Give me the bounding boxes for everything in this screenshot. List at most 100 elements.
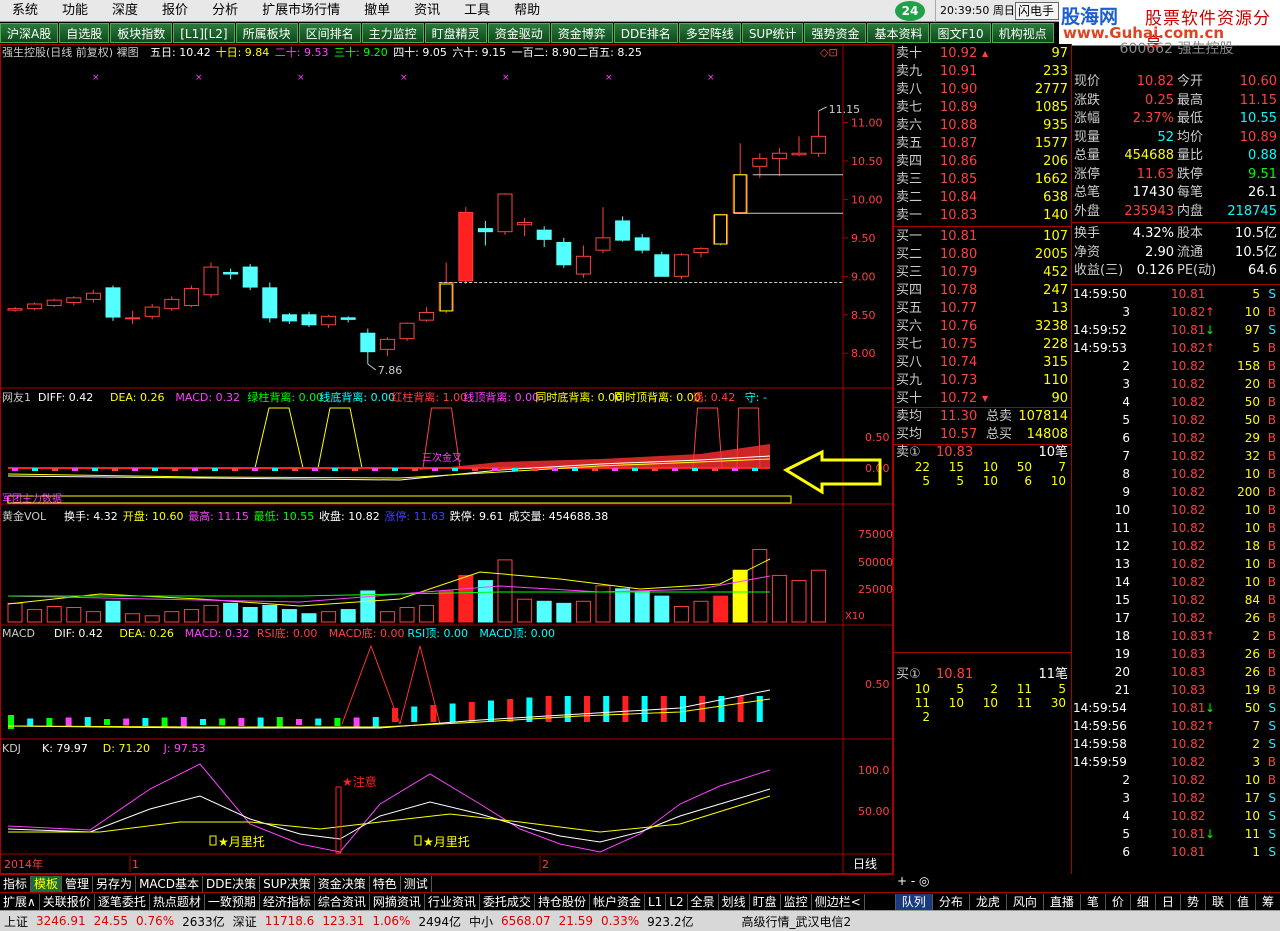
bid-row-2[interactable]: 买二 10.80 2005 [894,246,1072,264]
toolbar-tab-10[interactable]: DDE排名 [613,23,678,43]
bottom-tab-7[interactable]: 资金决策 [315,875,370,892]
right-tab-8[interactable]: 日 [1154,893,1180,910]
ask-row-7[interactable]: 卖七 10.89 1085 [894,99,1072,117]
tick-row[interactable]: 15 10.82 84 B [1071,591,1280,609]
tick-row[interactable]: 2 10.82 10 B [1071,771,1280,789]
tick-list-panel[interactable]: 14:59:50 10.81 5 S 3 10.82 ↑ 10 B 14:59:52 10.81 ↓ 9… [1071,284,1280,874]
bottom-func-tab-17[interactable]: 监控 [781,893,812,910]
ask-row-8[interactable]: 卖八 10.90 2777 [894,81,1072,99]
right-tab-3[interactable]: 风向 [1005,893,1043,910]
tick-row[interactable]: 14:59:50 10.81 5 S [1071,285,1280,303]
bottom-func-tab-18[interactable]: 侧边栏< [812,893,865,910]
kline-chart-area[interactable]: 强生控股(日线 前复权) 裸图 五日: 10.42 十日: 9.84 二十: 9.53… [0,44,893,874]
tick-row[interactable]: 4 10.82 10 S [1071,807,1280,825]
tick-row[interactable]: 8 10.82 10 B [1071,465,1280,483]
tick-row[interactable]: 3 10.82 20 B [1071,375,1280,393]
bottom-tab-5[interactable]: DDE决策 [203,875,261,892]
bottom-tab-1[interactable]: 模板 [31,875,63,892]
bid-row-1[interactable]: 买一 10.81 107 [894,228,1072,246]
bottom-func-tab-16[interactable]: 盯盘 [750,893,781,910]
bottom-func-tab-11[interactable]: 帐户资金 [590,893,645,910]
bid-row-9[interactable]: 买九 10.73 110 [894,372,1072,390]
tick-row[interactable]: 17 10.82 26 B [1071,609,1280,627]
menu-item-8[interactable]: 工具 [452,0,502,22]
tick-row[interactable]: 20 10.83 26 B [1071,663,1280,681]
bottom-func-tab-1[interactable]: 关联报价 [40,893,95,910]
toolbar-tab-5[interactable]: 区间排名 [298,23,361,43]
toolbar-tab-8[interactable]: 资金驱动 [487,23,550,43]
bottom-tab-0[interactable]: 指标 [0,875,32,892]
right-tab-1[interactable]: 分布 [931,893,969,910]
menu-item-5[interactable]: 扩展市场行情 [250,0,352,22]
tick-row[interactable]: 18 10.83 ↑ 2 B [1071,627,1280,645]
menu-item-0[interactable]: 系统 [0,0,50,22]
tick-row[interactable]: 5 10.81 ↓ 11 S [1071,825,1280,843]
menu-item-4[interactable]: 分析 [200,0,250,22]
bottom-func-tab-15[interactable]: 划线 [719,893,750,910]
right-tab-11[interactable]: 值 [1229,893,1255,910]
ask-row-3[interactable]: 卖三 10.85 1662 [894,171,1072,189]
bottom-tab-3[interactable]: 另存为 [93,875,137,892]
bottom-func-tab-10[interactable]: 持仓股份 [535,893,590,910]
menu-item-2[interactable]: 深度 [100,0,150,22]
right-tab-12[interactable]: 筹 [1254,893,1280,910]
notification-count[interactable]: 24 [895,1,925,21]
tick-row[interactable]: 21 10.83 19 B [1071,681,1280,699]
tick-row[interactable]: 13 10.82 10 B [1071,555,1280,573]
tick-row[interactable]: 7 10.82 32 B [1071,447,1280,465]
tick-row[interactable]: 14:59:54 10.81 ↓ 50 S [1071,699,1280,717]
tick-row[interactable]: 3 10.82 ↑ 10 B [1071,303,1280,321]
bid-row-5[interactable]: 买五 10.77 13 [894,300,1072,318]
toolbar-tab-12[interactable]: SUP统计 [741,23,804,43]
ask-row-6[interactable]: 卖六 10.88 935 [894,117,1072,135]
tick-row[interactable]: 19 10.83 26 B [1071,645,1280,663]
bottom-func-tab-14[interactable]: 全景 [688,893,719,910]
toolbar-tab-15[interactable]: 图文F10 [930,23,991,43]
tick-row[interactable]: 4 10.82 50 B [1071,393,1280,411]
bottom-func-tab-3[interactable]: 热点题材 [150,893,205,910]
bid-row-4[interactable]: 买四 10.78 247 [894,282,1072,300]
tick-row[interactable]: 12 10.82 18 B [1071,537,1280,555]
tick-row[interactable]: 14:59:52 10.81 ↓ 97 S [1071,321,1280,339]
bottom-tab-8[interactable]: 特色 [370,875,401,892]
bottom-tab-2[interactable]: 管理 [62,875,94,892]
menu-item-7[interactable]: 资讯 [402,0,452,22]
right-tab-7[interactable]: 细 [1129,893,1155,910]
right-tab-9[interactable]: 势 [1179,893,1205,910]
right-tab-10[interactable]: 联 [1204,893,1230,910]
bottom-func-tab-5[interactable]: 经济指标 [260,893,315,910]
tick-row[interactable]: 5 10.82 50 B [1071,411,1280,429]
ask-row-2[interactable]: 卖二 10.84 638 [894,189,1072,207]
bottom-tab-6[interactable]: SUP决策 [260,875,315,892]
tick-row[interactable]: 6 10.82 29 B [1071,429,1280,447]
tick-row[interactable]: 14:59:56 10.82 ↑ 7 S [1071,717,1280,735]
right-tab-2[interactable]: 龙虎 [968,893,1006,910]
bottom-func-tab-13[interactable]: L2 [666,893,688,910]
bottom-func-tab-8[interactable]: 行业资讯 [425,893,480,910]
bottom-func-tab-7[interactable]: 网摘资讯 [370,893,425,910]
bottom-func-tab-12[interactable]: L1 [645,893,667,910]
chart-zoom-controls[interactable]: + - ◎ [893,874,1071,892]
kline-svg[interactable]: 强生控股(日线 前复权) 裸图 五日: 10.42 十日: 9.84 二十: 9.53… [0,44,893,874]
toolbar-tab-16[interactable]: 机构视点 [991,23,1054,43]
bid-row-10[interactable]: 买十 10.72 ▼ 90 [894,390,1072,408]
flash-trade-button[interactable]: 闪电手 [1015,2,1059,20]
toolbar-tab-13[interactable]: 强势资金 [804,23,867,43]
toolbar-tab-0[interactable]: 沪深A股 [0,23,59,43]
toolbar-tab-11[interactable]: 多空阵线 [678,23,741,43]
zoom-controls-label[interactable]: + - ◎ [893,874,929,888]
menu-item-6[interactable]: 撤单 [352,0,402,22]
right-tab-5[interactable]: 笔 [1079,893,1105,910]
menu-item-3[interactable]: 报价 [150,0,200,22]
right-tab-4[interactable]: 直播 [1042,893,1080,910]
bottom-func-tab-6[interactable]: 综合资讯 [315,893,370,910]
bottom-tab-9[interactable]: 测试 [401,875,432,892]
ask-row-4[interactable]: 卖四 10.86 206 [894,153,1072,171]
right-tab-6[interactable]: 价 [1104,893,1130,910]
menu-item-1[interactable]: 功能 [50,0,100,22]
tick-row[interactable]: 11 10.82 10 B [1071,519,1280,537]
bottom-func-tab-4[interactable]: 一致预期 [205,893,260,910]
ask-row-1[interactable]: 卖一 10.83 140 [894,207,1072,225]
tick-row[interactable]: 14:59:53 10.82 ↑ 5 B [1071,339,1280,357]
toolbar-tab-3[interactable]: [L1][L2] [173,23,235,43]
